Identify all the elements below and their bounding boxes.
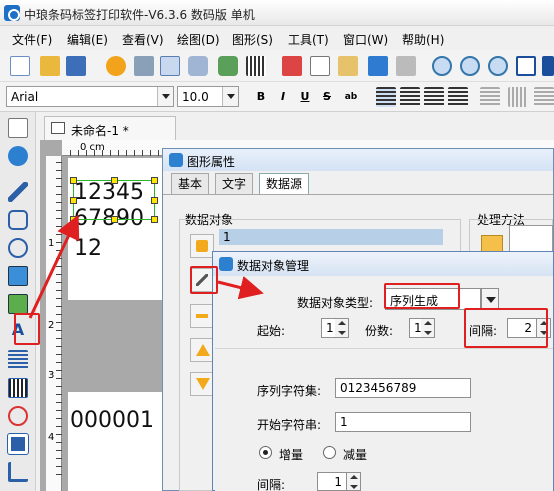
annotation-arrows: [28, 214, 264, 319]
annotation-arrow-2: [217, 275, 264, 300]
annotation-arrow-1: [28, 214, 80, 319]
